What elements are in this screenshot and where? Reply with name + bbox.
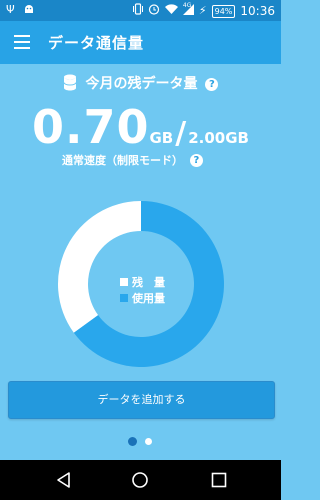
legend-item-remaining: 残 量 [120,275,165,291]
vibrate-icon [132,3,143,19]
recent-apps-icon[interactable] [210,471,228,493]
speed-mode: 通常速度（制限モード） ? [62,152,203,168]
total-data: 2.00GB [188,129,249,147]
speed-mode-label: 通常速度（制限モード） [62,154,183,167]
charging-icon: ⚡ [198,4,207,17]
chart-legend: 残 量 使用量 [120,275,165,307]
app-bar: データ通信量 [0,21,281,64]
back-icon[interactable] [55,471,73,493]
clock: 10:36 [240,4,275,18]
navigation-bar [0,460,281,500]
add-data-button[interactable]: データを追加する [8,381,275,419]
page-indicator [128,437,152,446]
android-debug-icon [23,3,35,19]
amount-separator: / [175,116,187,151]
alarm-icon [148,3,160,19]
remaining-data-label: 今月の残データ量 [85,76,198,92]
legend-label-used: 使用量 [132,292,165,305]
page-dot-2[interactable] [145,438,152,445]
remaining-data-header: 今月の残データ量 ? [0,73,281,95]
legend-swatch-used [120,294,128,302]
usb-icon: Ψ [6,3,15,16]
remaining-value: 0.70 [32,100,150,154]
page-title: データ通信量 [48,34,145,52]
home-icon[interactable] [131,471,149,493]
page-dot-1[interactable] [128,437,137,446]
remaining-unit: GB [149,129,174,147]
usage-amount: 0.70GB/2.00GB [0,100,281,154]
help-icon[interactable]: ? [205,78,219,91]
legend-item-used: 使用量 [120,291,165,307]
donut-slice-remaining [58,201,141,333]
wifi-icon [164,3,178,19]
signal-4g-icon: 4G [182,2,194,19]
legend-swatch-remaining [120,278,128,286]
status-bar: Ψ 4G ⚡ 94% 10:36 [0,0,281,21]
database-icon [63,74,77,95]
legend-label-remaining: 残 量 [132,276,165,289]
battery-indicator: 94% [211,4,236,18]
speed-help-icon[interactable]: ? [189,154,203,167]
menu-icon[interactable] [14,35,30,49]
